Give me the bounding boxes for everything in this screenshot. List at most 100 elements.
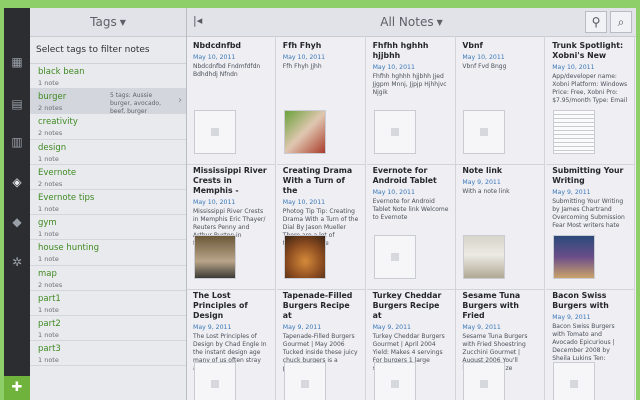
tag-count: 1 note bbox=[38, 154, 59, 163]
tag-name: black bean bbox=[38, 67, 85, 77]
note-card[interactable]: Mississippi River Crests in Memphis - May… bbox=[187, 161, 276, 290]
note-card[interactable]: Fhfhh hghhh hjjbhh May 10, 2011 Fhfhh hghh… bbox=[366, 36, 456, 165]
note-title: Submitting Your Writing bbox=[552, 166, 624, 185]
note-thumbnail bbox=[194, 110, 236, 154]
note-date: May 9, 2011 bbox=[462, 179, 501, 186]
chevron-down-icon: ▼ bbox=[119, 17, 126, 27]
note-date: May 10, 2011 bbox=[372, 189, 415, 196]
note-title: Tapenade-Filled Burgers Recipe at bbox=[282, 291, 353, 320]
notes-main: |◂ All Notes ▼ ⚲ ⌕ Nbdcdnfbd May 10, 2011 N… bbox=[187, 8, 636, 400]
note-thumbnail bbox=[553, 235, 596, 279]
tags-panel: Tags ▼ Select tags to filter notes black … bbox=[30, 8, 187, 400]
nav-rail: ▦ ▤ ▥ ◈ ◆ ✲ ✚ bbox=[4, 8, 30, 400]
note-card[interactable]: Tapenade-Filled Burgers Recipe at May 9, … bbox=[277, 286, 366, 400]
tag-count: 2 notes bbox=[38, 129, 63, 138]
settings-icon[interactable]: ✲ bbox=[9, 254, 25, 270]
tag-count: 2 notes bbox=[38, 280, 63, 289]
note-card[interactable]: The Lost Principles of Design May 9, 2011… bbox=[187, 286, 276, 400]
tag-item[interactable]: house hunting 1 note bbox=[30, 240, 186, 266]
tag-item[interactable]: design 1 note bbox=[30, 140, 186, 165]
tag-item[interactable]: Evernote tips 1 note bbox=[30, 190, 186, 216]
tag-icon[interactable]: ◆ bbox=[9, 214, 25, 230]
note-date: May 10, 2011 bbox=[193, 199, 236, 206]
tag-name: part2 bbox=[38, 318, 61, 329]
new-note-icon[interactable]: ✚ bbox=[4, 376, 30, 400]
notebook-icon[interactable]: ▥ bbox=[9, 134, 25, 150]
notes-title[interactable]: All Notes ▼ bbox=[187, 8, 636, 37]
note-date: May 10, 2011 bbox=[193, 54, 236, 61]
tags-header[interactable]: Tags ▼ bbox=[30, 8, 186, 37]
note-date: May 10, 2011 bbox=[372, 64, 415, 71]
note-card[interactable]: Trunk Spotlight: Xobni's New May 10, 2011… bbox=[546, 36, 636, 165]
note-snippet: Ffh Fhyh Jjhh bbox=[282, 63, 322, 70]
tag-item[interactable]: part1 1 note bbox=[30, 291, 186, 316]
note-thumbnail bbox=[463, 235, 506, 279]
note-grid: Nbdcdnfbd May 10, 2011 Nbdcdnfbd Fndmfdfdn… bbox=[187, 36, 636, 400]
note-card[interactable]: Sesame Tuna Burgers with Fried May 9, 201… bbox=[456, 286, 546, 400]
note-date: May 10, 2011 bbox=[462, 54, 505, 61]
note-icon[interactable]: ▤ bbox=[9, 96, 25, 112]
tag-count: 2 notes bbox=[38, 104, 63, 113]
note-thumbnail bbox=[553, 362, 596, 400]
note-date: May 10, 2011 bbox=[282, 54, 326, 61]
note-card[interactable]: Submitting Your Writing May 9, 2011 Submit… bbox=[546, 161, 636, 290]
note-thumbnail bbox=[373, 110, 416, 154]
note-card[interactable]: Nbdcdnfbd May 10, 2011 Nbdcdnfbd Fndmfdfdn… bbox=[187, 36, 276, 165]
note-date: May 10, 2011 bbox=[282, 199, 326, 206]
note-snippet: Nbdcdnfbd Fndmfdfdn Bdhdhdj Nfndn bbox=[193, 63, 261, 78]
note-card[interactable]: Creating Drama With a Turn of the May 10,… bbox=[276, 161, 366, 290]
note-title: Nbdcdnfbd bbox=[193, 41, 241, 50]
search-button[interactable]: ⌕ bbox=[610, 11, 632, 33]
note-snippet: Fhfhh hghhh hjjbhh Jjed Jjgpm Mnnj, Jjpj… bbox=[372, 73, 447, 96]
note-title: Ffh Fhyh bbox=[282, 41, 322, 50]
chevron-down-icon: ▼ bbox=[436, 17, 443, 27]
map-pin-button[interactable]: ⚲ bbox=[585, 11, 607, 33]
tag-count: 1 note bbox=[38, 255, 59, 264]
note-thumbnail bbox=[373, 362, 416, 400]
note-card[interactable]: Evernote for Android Tablet May 10, 2011 E… bbox=[366, 161, 456, 290]
tag-count: 1 note bbox=[38, 204, 59, 213]
note-title: Fhfhh hghhh hjjbhh bbox=[372, 41, 429, 60]
notebooks-icon[interactable]: ▦ bbox=[9, 54, 25, 70]
note-thumbnail bbox=[194, 235, 236, 279]
tag-name: creativity bbox=[38, 117, 78, 128]
note-snippet: Submitting Your Writing by James Chartra… bbox=[552, 198, 625, 229]
tags-hint: Select tags to filter notes bbox=[30, 37, 186, 64]
note-thumbnail bbox=[463, 110, 506, 154]
note-card[interactable]: Ffh Fhyh May 10, 2011 Ffh Fhyh Jjhh bbox=[276, 36, 366, 165]
note-snippet: App/developer name: Xobni Platform: Wind… bbox=[552, 73, 628, 104]
note-thumbnail bbox=[553, 110, 596, 154]
tag-name: burger bbox=[38, 92, 67, 103]
tags-title: Tags bbox=[90, 15, 117, 29]
note-snippet: Evernote for Android Tablet Note link We… bbox=[372, 198, 449, 221]
note-thumbnail bbox=[283, 362, 326, 400]
note-snippet: Bacon Swiss Burgers with Tomato and Avoc… bbox=[552, 323, 615, 362]
tag-item[interactable]: Evernote 2 notes bbox=[30, 165, 186, 190]
tag-count: 1 note bbox=[38, 230, 59, 239]
note-title: Sesame Tuna Burgers with Fried bbox=[462, 291, 521, 320]
tag-item[interactable]: part2 1 note bbox=[30, 316, 186, 342]
tag-name: map bbox=[38, 268, 57, 279]
tag-item[interactable]: burger 2 notes 5 tags: Aussie burger, avoc… bbox=[30, 89, 186, 115]
tag-item[interactable]: map 2 notes bbox=[30, 266, 186, 291]
note-title: The Lost Principles of Design bbox=[193, 291, 248, 320]
note-title: Evernote for Android Tablet bbox=[372, 166, 437, 185]
chevron-right-icon[interactable]: › bbox=[178, 95, 182, 106]
note-card[interactable]: Note link May 9, 2011 With a note link bbox=[456, 161, 546, 290]
note-snippet: With a note link bbox=[462, 188, 510, 195]
tag-item[interactable]: part3 1 note bbox=[30, 341, 186, 367]
tag-item[interactable]: creativity 2 notes bbox=[30, 114, 186, 140]
notes-topbar: |◂ All Notes ▼ ⚲ ⌕ bbox=[187, 8, 636, 37]
map-pin-icon[interactable]: ◈ bbox=[9, 174, 25, 190]
note-card[interactable]: Turkey Cheddar Burgers Recipe at May 9, 2… bbox=[367, 286, 456, 400]
note-thumbnail bbox=[194, 362, 236, 400]
note-card[interactable]: Bacon Swiss Burgers with May 9, 2011 Bacon… bbox=[546, 286, 636, 400]
note-date: May 9, 2011 bbox=[552, 189, 591, 196]
note-card[interactable]: Vbnf May 10, 2011 Vbnf Fvd Bngg bbox=[456, 36, 546, 165]
tag-count: 1 note bbox=[38, 79, 59, 87]
tag-name: Evernote tips bbox=[38, 192, 95, 203]
tag-item[interactable]: gym 1 note bbox=[30, 215, 186, 241]
note-title: Bacon Swiss Burgers with bbox=[552, 291, 609, 310]
note-date: May 9, 2011 bbox=[552, 314, 591, 321]
tag-item[interactable]: black bean 1 note bbox=[30, 64, 186, 90]
